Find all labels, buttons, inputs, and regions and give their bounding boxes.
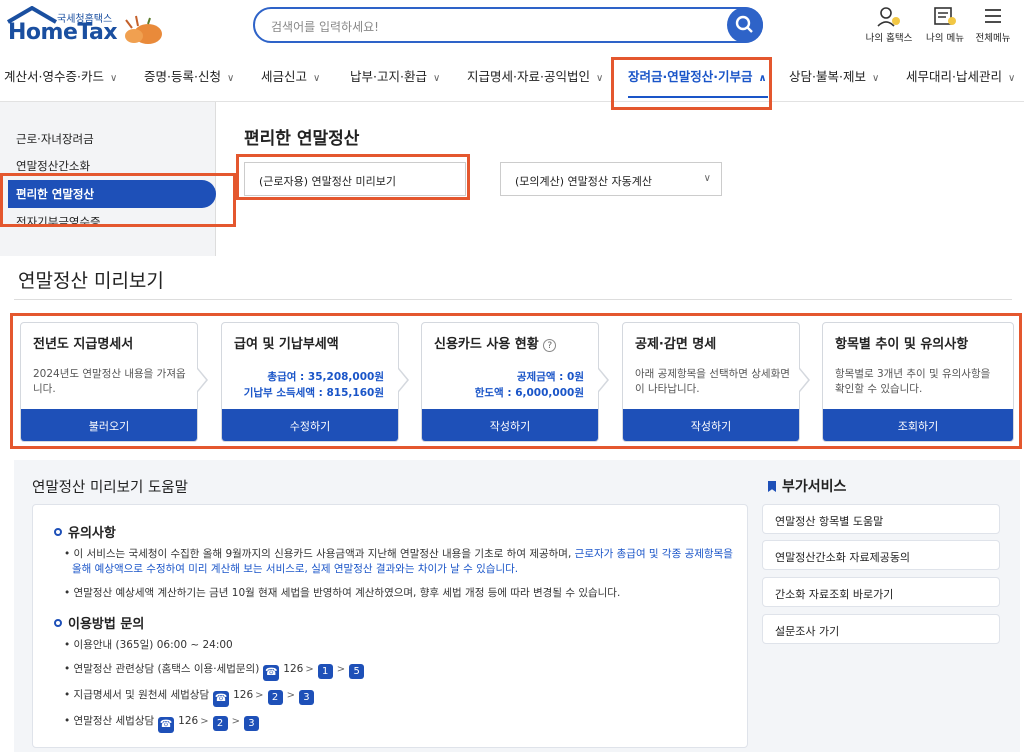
bullet-circle-icon bbox=[54, 528, 62, 536]
menu-number: 2 bbox=[267, 690, 283, 705]
highlight-box bbox=[10, 313, 1022, 449]
inquiry-text: 연말정산 세법상담 bbox=[73, 715, 155, 727]
service-item[interactable]: 간소화 자료조회 바로가기 bbox=[762, 577, 1000, 607]
inquiry-line-1: • 연말정산 관련상담 (홈택스 이용·세법문의) ☎ 126 >1 >5 bbox=[64, 661, 366, 681]
section-title: 연말정산 미리보기 bbox=[18, 270, 164, 292]
phone-icon: ☎ bbox=[263, 665, 280, 681]
highlight-box bbox=[611, 57, 772, 110]
notes-heading: 유의사항 bbox=[54, 522, 116, 541]
hamburger-icon bbox=[985, 9, 1001, 23]
chevron-down-icon: ∨ bbox=[432, 73, 441, 84]
service-item[interactable]: 연말정산 항목별 도움말 bbox=[762, 504, 1000, 534]
inquiry-text: 연말정산 관련상담 (홈택스 이용·세법문의) bbox=[73, 663, 260, 675]
phone-number: 126 bbox=[178, 715, 199, 727]
note-highlight: 근로자가 총급여 및 각종 공제항목을 bbox=[574, 548, 733, 560]
note-text: 이 서비스는 국세청이 수집한 올해 9월까지의 신용카드 사용금액과 지난해 … bbox=[73, 548, 572, 560]
highlight-box bbox=[0, 173, 236, 227]
notes-heading-text: 유의사항 bbox=[68, 526, 116, 541]
menu-number: 3 bbox=[243, 716, 259, 731]
menu-number: 5 bbox=[349, 664, 365, 679]
gnb-tax-agent[interactable]: 세무대리·납세관리 ∨ bbox=[906, 66, 1015, 85]
my-menu-icon bbox=[934, 7, 956, 25]
gnb-label: 증명·등록·신청 bbox=[144, 69, 221, 84]
chevron-down-icon: ∨ bbox=[1007, 73, 1016, 84]
user-icon bbox=[877, 7, 900, 27]
all-menu-label: 전체메뉴 bbox=[975, 33, 1011, 44]
hours-line: • 이용안내 (365일) 06:00 ~ 24:00 bbox=[64, 639, 233, 651]
search-input[interactable]: 검색어를 입력하세요! bbox=[271, 18, 379, 35]
chevron-down-icon: ∨ bbox=[595, 73, 604, 84]
chevron-down-icon: ∨ bbox=[871, 73, 880, 84]
chevron-down-icon: ∨ bbox=[313, 73, 321, 84]
chevron-down-icon: ∨ bbox=[109, 73, 118, 84]
my-menu-button[interactable]: 나의 메뉴 bbox=[918, 6, 972, 44]
service-item[interactable]: 연말정산간소화 자료제공동의 bbox=[762, 540, 1000, 570]
menu-number: 2 bbox=[212, 716, 228, 731]
gnb-label: 세무대리·납세관리 bbox=[906, 69, 1002, 84]
bullet-circle-icon bbox=[54, 619, 62, 627]
note-2: • 연말정산 예상세액 계산하기는 금년 10월 현재 세법을 반영하여 계산하… bbox=[64, 587, 621, 599]
chevron-down-icon: ∨ bbox=[226, 73, 235, 84]
gnb-label: 납부·고지·환급 bbox=[350, 69, 427, 84]
inquiry-heading-text: 이용방법 문의 bbox=[68, 617, 145, 632]
inquiry-heading: 이용방법 문의 bbox=[54, 613, 144, 632]
note-text: 연말정산 예상세액 계산하기는 금년 10월 현재 세법을 반영하여 계산하였으… bbox=[73, 587, 621, 599]
mock-calc-label: (모의계산) 연말정산 자동계산 bbox=[515, 175, 653, 188]
gnb-label: 지급명세·자료·공익법인 bbox=[467, 69, 590, 84]
phone-number: 126 bbox=[233, 689, 254, 701]
page-title: 편리한 연말정산 bbox=[244, 129, 360, 149]
menu-number: 1 bbox=[317, 664, 333, 679]
gnb-label: 세금신고 bbox=[261, 69, 308, 84]
phone-number: 126 bbox=[283, 663, 304, 675]
help-title: 연말정산 미리보기 도움말 bbox=[32, 480, 188, 496]
phone-icon: ☎ bbox=[158, 717, 175, 733]
gnb-tax-report[interactable]: 세금신고 ∨ bbox=[261, 66, 320, 85]
gnb-payment-statement[interactable]: 지급명세·자료·공익법인 ∨ bbox=[467, 66, 603, 85]
phone-icon: ☎ bbox=[213, 691, 230, 707]
chevron-down-icon: ∨ bbox=[703, 173, 711, 184]
gnb-label: 상담·불복·제보 bbox=[789, 69, 866, 84]
all-menu-button[interactable]: 전체메뉴 bbox=[966, 6, 1020, 44]
inquiry-line-3: • 연말정산 세법상담 ☎ 126 >2 >3 bbox=[64, 713, 261, 733]
search-button[interactable] bbox=[727, 7, 763, 43]
note-1-line-2: 올해 예상액으로 수정하여 미리 계산해 보는 서비스로, 실제 연말정산 결과… bbox=[72, 563, 519, 575]
hometax-logo[interactable]: HomeTax bbox=[8, 20, 118, 45]
search-icon bbox=[735, 15, 753, 33]
sidebar-item-simplified[interactable]: 연말정산간소화 bbox=[16, 158, 90, 174]
note-1-line-1: • 이 서비스는 국세청이 수집한 올해 9월까지의 신용카드 사용금액과 지난… bbox=[64, 548, 733, 560]
sidebar-item-earned-income[interactable]: 근로·자녀장려금 bbox=[16, 131, 94, 147]
gnb-invoice[interactable]: 계산서·영수증·카드 ∨ bbox=[4, 66, 117, 85]
highlight-box bbox=[236, 154, 470, 200]
gnb-label: 계산서·영수증·카드 bbox=[4, 69, 104, 84]
mock-calc-select[interactable]: (모의계산) 연말정산 자동계산 ∨ bbox=[500, 162, 722, 196]
section-divider bbox=[14, 299, 1012, 300]
service-item[interactable]: 설문조사 가기 bbox=[762, 614, 1000, 644]
bookmark-icon bbox=[768, 481, 776, 492]
services-heading: 부가서비스 bbox=[768, 476, 846, 496]
gnb-consulting[interactable]: 상담·불복·제보 ∨ bbox=[789, 66, 879, 85]
search-bar[interactable]: 검색어를 입력하세요! bbox=[253, 7, 763, 43]
my-hometax-button[interactable]: 나의 홈택스 bbox=[862, 6, 916, 44]
inquiry-line-2: • 지급명세서 및 원천세 세법상담 ☎ 126 >2 >3 bbox=[64, 687, 316, 707]
my-menu-label: 나의 메뉴 bbox=[926, 33, 964, 44]
hours-text: 이용안내 (365일) 06:00 ~ 24:00 bbox=[73, 639, 233, 651]
inquiry-text: 지급명세서 및 원천세 세법상담 bbox=[73, 689, 210, 701]
menu-number: 3 bbox=[298, 690, 314, 705]
gnb-payment[interactable]: 납부·고지·환급 ∨ bbox=[350, 66, 440, 85]
my-hometax-label: 나의 홈택스 bbox=[865, 33, 913, 44]
pumpkin-icon bbox=[125, 15, 162, 44]
gnb-certificate[interactable]: 증명·등록·신청 ∨ bbox=[144, 66, 234, 85]
services-title: 부가서비스 bbox=[782, 479, 847, 495]
